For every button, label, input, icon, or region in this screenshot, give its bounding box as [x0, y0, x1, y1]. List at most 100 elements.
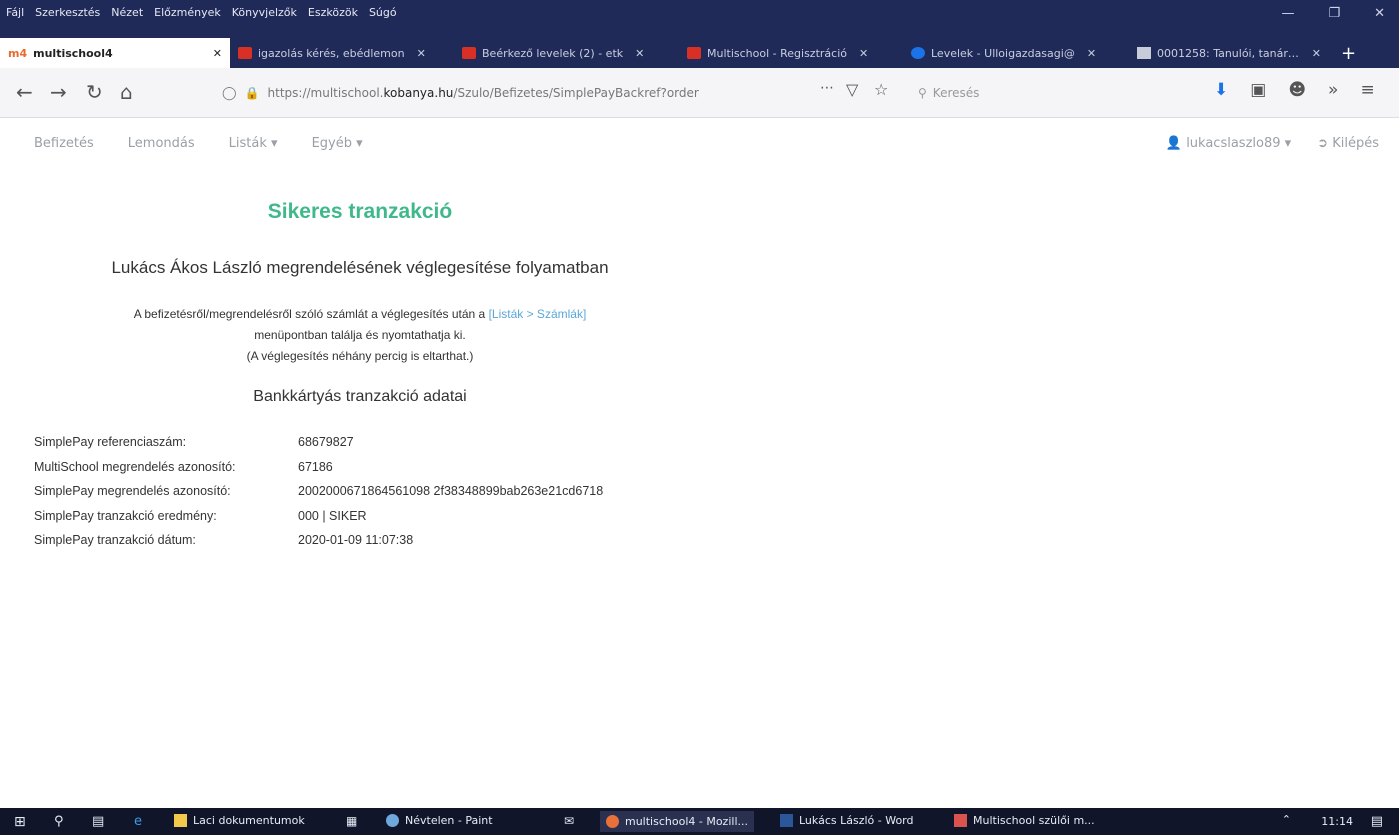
order-heading: Lukács Ákos László megrendelésének végle… [111, 258, 609, 277]
forward-icon[interactable]: → [50, 80, 67, 104]
nav-lists[interactable]: Listák ▾ [229, 136, 278, 151]
nav-other[interactable]: Egyéb ▾ [312, 136, 363, 151]
close-icon[interactable]: ✕ [859, 47, 868, 60]
shield-icon[interactable]: ◯ [222, 86, 237, 101]
close-icon[interactable]: ✕ [635, 47, 644, 60]
menu-view[interactable]: Nézet [111, 6, 143, 19]
title-bar: Fájl Szerkesztés Nézet Előzmények Könyvj… [0, 0, 1399, 38]
sidebar-icon[interactable]: ▣ [1250, 80, 1266, 100]
close-icon[interactable]: ✕ [213, 47, 222, 60]
pocket-icon[interactable]: ▽ [846, 80, 858, 99]
detail-label: SimplePay tranzakció dátum: [34, 533, 196, 548]
close-window-icon[interactable]: ✕ [1374, 6, 1385, 21]
mail-icon [911, 47, 925, 59]
nav-cancel[interactable]: Lemondás [128, 136, 195, 151]
taskbar-item-firefox[interactable]: multischool4 - Mozill... [600, 811, 754, 832]
close-icon[interactable]: ✕ [417, 47, 426, 60]
taskbar-label: Multischool szülői m... [973, 814, 1095, 827]
bookmark-star-icon[interactable]: ☆ [874, 80, 888, 99]
edge-icon[interactable]: e [134, 814, 142, 829]
folder-icon [174, 814, 187, 827]
taskbar-label: multischool4 - Mozill... [625, 815, 748, 828]
tab-multischool4[interactable]: m4 multischool4 ✕ [0, 38, 230, 68]
transaction-details: SimplePay referenciaszám: 68679827 MultiS… [34, 430, 603, 553]
firefox-icon [606, 815, 619, 828]
nav-payment[interactable]: Befizetés [34, 136, 94, 151]
taskbar-item-paint[interactable]: Névtelen - Paint [386, 814, 493, 827]
site-navbar: Befizetés Lemondás Listák ▾ Egyéb ▾ 👤 lu… [0, 130, 1399, 160]
bank-heading: Bankkártyás tranzakció adatai [253, 388, 467, 405]
download-icon[interactable]: ⬇ [1214, 80, 1228, 100]
taskbar: ⊞ ⚲ ▤ e Laci dokumentumok ▦ Névtelen - P… [0, 808, 1399, 835]
task-view-icon[interactable]: ▤ [92, 814, 104, 829]
user-menu[interactable]: 👤 lukacslaszlo89 ▾ [1166, 136, 1291, 151]
username: lukacslaszlo89 ▾ [1186, 136, 1292, 151]
mail-app-icon[interactable]: ✉ [564, 814, 574, 828]
calendar-icon[interactable]: ▦ [346, 814, 357, 828]
menu-history[interactable]: Előzmények [154, 6, 221, 19]
gmail-icon [687, 47, 701, 59]
taskbar-item-pdf[interactable]: Multischool szülői m... [954, 814, 1095, 827]
taskbar-item-explorer[interactable]: Laci dokumentumok [174, 814, 305, 827]
detail-row: SimplePay tranzakció dátum: 2020-01-09 11… [34, 528, 603, 553]
menu-file[interactable]: Fájl [6, 6, 24, 19]
detail-value: 68679827 [298, 435, 354, 450]
paint-icon [386, 814, 399, 827]
taskbar-label: Laci dokumentumok [193, 814, 305, 827]
notification-icon[interactable]: ▤ [1371, 814, 1383, 829]
page-actions-icon[interactable]: ⋯ [820, 80, 834, 96]
multischool-logo-icon: m4 [8, 47, 28, 60]
nav-toolbar: ← → ↻ ⌂ ◯ 🔒 https://multischool.kobanya.… [0, 68, 1399, 118]
menu-help[interactable]: Súgó [369, 6, 397, 19]
maximize-icon[interactable]: ❐ [1328, 6, 1340, 21]
toolbar-right: ⬇ ▣ ☻ » ≡ [1214, 80, 1375, 100]
tab-strip: m4 multischool4 ✕ igazolás kérés, ebédle… [0, 38, 1399, 68]
menu-bookmarks[interactable]: Könyvjelzők [232, 6, 297, 19]
tab-label: Levelek - Ulloigazdasagi@ [931, 46, 1075, 60]
taskbar-item-word[interactable]: Lukács László - Word [780, 814, 914, 827]
detail-value: 2002000671864561098 2f38348899bab263e21c… [298, 484, 604, 499]
info-line-3: (A véglegesítés néhány percig is eltarth… [246, 349, 474, 363]
tab-gmail-2[interactable]: Beérkező levelek (2) - etk ✕ [454, 38, 679, 68]
search-icon: ⚲ [918, 86, 927, 100]
minimize-icon[interactable]: — [1281, 6, 1294, 21]
detail-row: SimplePay megrendelés azonosító: 20020006… [34, 479, 603, 504]
logout-button[interactable]: ➲ Kilépés [1317, 136, 1379, 151]
tab-gmail-3[interactable]: Multischool - Regisztráció ✕ [679, 38, 903, 68]
url-text: https://multischool.kobanya.hu/Szulo/Bef… [268, 86, 699, 100]
word-icon [780, 814, 793, 827]
tab-mail[interactable]: Levelek - Ulloigazdasagi@ ✕ [903, 38, 1129, 68]
invoices-link[interactable]: [Listák > Számlák] [489, 307, 587, 321]
back-icon[interactable]: ← [16, 80, 33, 104]
detail-row: SimplePay referenciaszám: 68679827 [34, 430, 603, 455]
overflow-icon[interactable]: » [1328, 80, 1338, 100]
detail-label: SimplePay referenciaszám: [34, 435, 187, 450]
detail-row: MultiSchool megrendelés azonosító: 67186 [34, 455, 603, 480]
detail-label: SimplePay tranzakció eredmény: [34, 508, 217, 523]
menu-icon[interactable]: ≡ [1360, 80, 1374, 100]
reload-icon[interactable]: ↻ [86, 80, 103, 104]
new-tab-button[interactable]: + [1329, 38, 1368, 68]
url-bar[interactable]: ◯ 🔒 https://multischool.kobanya.hu/Szulo… [222, 78, 822, 108]
taskbar-label: Lukács László - Word [799, 814, 914, 827]
tray-chevron-icon[interactable]: ⌃ [1282, 813, 1291, 826]
close-icon[interactable]: ✕ [1312, 47, 1321, 60]
search-icon[interactable]: ⚲ [54, 814, 64, 829]
close-icon[interactable]: ✕ [1087, 47, 1096, 60]
home-icon[interactable]: ⌂ [120, 80, 133, 104]
tracker-icon [1137, 47, 1151, 59]
tab-label: multischool4 [33, 46, 113, 60]
detail-row: SimplePay tranzakció eredmény: 000 | SIKE… [34, 504, 603, 529]
tab-tracker[interactable]: 0001258: Tanulói, tanári és ✕ [1129, 38, 1329, 68]
menu-tools[interactable]: Eszközök [308, 6, 358, 19]
menu-edit[interactable]: Szerkesztés [35, 6, 100, 19]
user-icon: 👤 [1165, 136, 1183, 151]
account-icon[interactable]: ☻ [1288, 80, 1306, 100]
tab-gmail-1[interactable]: igazolás kérés, ebédlemon ✕ [230, 38, 454, 68]
search-input[interactable]: ⚲ Keresés [918, 78, 1138, 108]
lock-icon: 🔒 [244, 86, 260, 100]
windows-start-icon[interactable]: ⊞ [14, 814, 26, 830]
url-host: kobanya.hu [383, 86, 454, 100]
detail-label: MultiSchool megrendelés azonosító: [34, 459, 236, 474]
search-placeholder: Keresés [932, 86, 980, 100]
